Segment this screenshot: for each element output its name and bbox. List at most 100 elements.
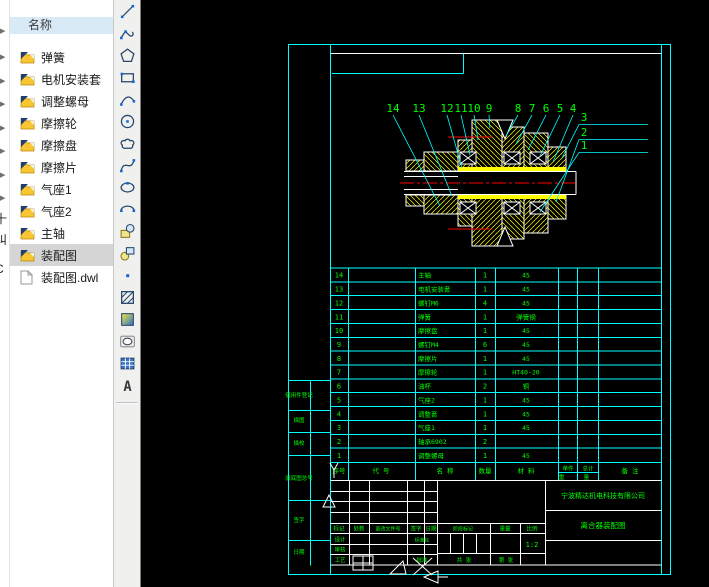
tool-table[interactable]	[114, 352, 140, 374]
file-item[interactable]: 气座1	[10, 178, 114, 200]
bom-cell: HT40-20	[512, 369, 539, 377]
bom-cell: 45	[522, 396, 530, 404]
bom-cell: 气座1	[418, 423, 435, 432]
tool-point[interactable]	[114, 264, 140, 286]
bom-cell: 1	[483, 313, 487, 321]
name-column-header[interactable]: 名称	[10, 17, 114, 34]
scale-value: 1:2	[526, 541, 539, 549]
tool-gradient[interactable]	[114, 308, 140, 330]
tb-label: 设计	[334, 536, 346, 544]
bom-cell: 3	[337, 424, 341, 432]
file-item[interactable]: 装配图	[10, 244, 114, 266]
svg-text:A: A	[123, 378, 132, 393]
tb-label: 工艺	[334, 557, 346, 564]
tree-expand-icon[interactable]: ▶	[0, 172, 5, 179]
bom-cell: 1	[483, 410, 487, 418]
tb-label: 审核	[334, 546, 346, 554]
tool-region[interactable]	[114, 330, 140, 352]
tool-insert-block[interactable]	[114, 220, 140, 242]
file-item-label: 调整螺母	[41, 93, 89, 110]
tb-label: 签字	[410, 525, 422, 533]
tool-spline[interactable]	[114, 154, 140, 176]
tree-expand-icon[interactable]: ▶	[0, 54, 5, 61]
part-number: 12	[440, 102, 453, 115]
tb-label: 标准化	[415, 537, 430, 544]
tree-expand-icon[interactable]: ▶	[0, 101, 5, 108]
file-item[interactable]: 调整螺母	[10, 90, 114, 112]
file-item[interactable]: 弹簧	[10, 46, 114, 68]
tool-ellipse-arc[interactable]	[114, 198, 140, 220]
bom-cell: 轴承6902	[418, 437, 447, 446]
tb-label: 重量	[499, 525, 511, 533]
hatch-icon	[119, 289, 136, 306]
part-number: 1	[581, 139, 588, 152]
file-item-label: 主轴	[41, 225, 65, 242]
bom-cell: 45	[522, 355, 530, 363]
bom-cell: 45	[522, 286, 530, 294]
draw-toolbar: A	[113, 0, 141, 587]
tb-label: 更改文件号	[375, 526, 400, 533]
assembly-section-view	[400, 120, 578, 246]
part-number: 6	[543, 102, 550, 115]
file-item[interactable]: 电机安装套	[10, 68, 114, 90]
file-item[interactable]: 摩擦盘	[10, 134, 114, 156]
tool-revision-cloud[interactable]	[114, 132, 140, 154]
tool-make-block[interactable]	[114, 242, 140, 264]
part-number: 14	[386, 102, 400, 115]
tree-expand-icon[interactable]: ▶	[0, 195, 5, 202]
tool-line[interactable]	[114, 0, 140, 22]
file-item[interactable]: 装配图.dwl	[10, 266, 114, 288]
part-number: 8	[515, 102, 522, 115]
bom-cell: 11	[335, 313, 343, 321]
tree-expand-icon[interactable]: ▶	[0, 78, 5, 85]
file-item-label: 装配图	[41, 247, 77, 264]
part-number: 11	[454, 102, 467, 115]
file-item[interactable]: 主轴	[10, 222, 114, 244]
tb-label: 第 张	[499, 556, 514, 564]
file-item-label: 装配图.dwl	[41, 269, 98, 286]
tool-polygon[interactable]	[114, 44, 140, 66]
bom-cell: 7	[337, 369, 341, 377]
bom-header: 名 称	[437, 466, 454, 475]
file-item[interactable]: 摩擦片	[10, 156, 114, 178]
drawing-canvas[interactable]: 借用件登记 描图 描校 旧底图总号 签字 日期	[141, 0, 709, 587]
bom-cell: 45	[522, 327, 530, 335]
bom-cell: 1	[483, 369, 487, 377]
tree-expand-icon[interactable]: ▶	[0, 28, 5, 35]
title-block: 标记 处数 更改文件号 签字 日期 设计 标准化 审核 工艺 批准 阶段标记 重…	[323, 463, 662, 583]
bom-header: 备 注	[622, 466, 639, 475]
file-item[interactable]: 气座2	[10, 200, 114, 222]
insert-block-icon	[119, 223, 136, 240]
tool-multiline-text[interactable]: A	[114, 374, 140, 396]
bom-cell: 电机安装套	[418, 285, 451, 294]
cad-viewport[interactable]: 借用件登记 描图 描校 旧底图总号 签字 日期	[141, 0, 709, 587]
ellipse-arc-icon	[119, 201, 136, 218]
tool-polyline[interactable]	[114, 22, 140, 44]
bom-header: 总计	[582, 465, 594, 473]
bom-cell: 2	[483, 438, 487, 446]
leader-line	[562, 125, 579, 159]
bom-cell: 1	[483, 424, 487, 432]
folder-icon	[20, 227, 36, 240]
folder-icon	[20, 249, 36, 262]
point-icon	[119, 267, 136, 284]
bom-cell: 弹簧钢	[516, 312, 536, 321]
company-name: 宁波精达机电科技有限公司	[561, 491, 645, 500]
spline-icon	[119, 157, 136, 174]
tool-hatch[interactable]	[114, 286, 140, 308]
polygon-icon	[119, 47, 136, 64]
tool-rectangle[interactable]	[114, 66, 140, 88]
bom-cell: 2	[483, 383, 487, 391]
tool-arc[interactable]	[114, 88, 140, 110]
tree-expand-icon[interactable]: ▶	[0, 125, 5, 132]
tree-expand-icon[interactable]: ▶	[0, 148, 5, 155]
folder-icon	[20, 95, 36, 108]
margin-label: 描图	[293, 416, 305, 424]
file-item[interactable]: 摩擦轮	[10, 112, 114, 134]
tool-circle[interactable]	[114, 110, 140, 132]
gradient-icon	[119, 311, 136, 328]
bom-cell: 10	[335, 327, 343, 335]
arc-icon	[119, 91, 136, 108]
tool-ellipse[interactable]	[114, 176, 140, 198]
bom-cell: 45	[522, 299, 530, 307]
